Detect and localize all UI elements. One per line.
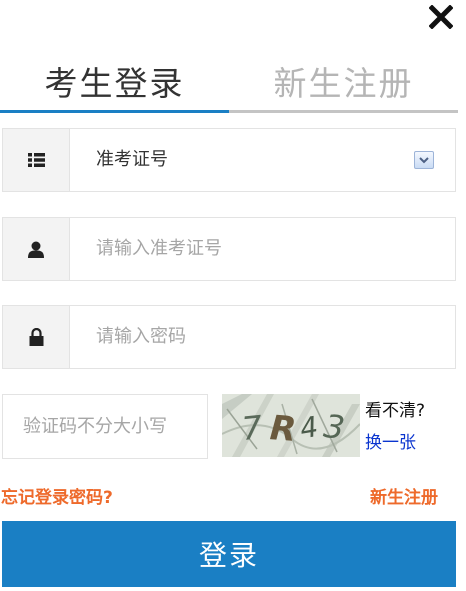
captcha-input[interactable]: 验证码不分大小写 bbox=[2, 394, 208, 459]
tab-active-indicator bbox=[0, 110, 229, 113]
captcha-image[interactable]: 7 R 4 3 bbox=[222, 394, 360, 457]
tab-login[interactable]: 考生登录 bbox=[0, 52, 229, 110]
id-type-value: 准考证号 bbox=[96, 149, 168, 170]
dropdown-arrow-button[interactable] bbox=[414, 151, 434, 169]
ticket-number-field[interactable]: 请输入准考证号 bbox=[2, 217, 456, 281]
ticket-icon-cell bbox=[3, 218, 70, 280]
ticket-number-placeholder: 请输入准考证号 bbox=[96, 238, 222, 259]
svg-text:R: R bbox=[269, 408, 298, 450]
captcha-refresh-link[interactable]: 换一张 bbox=[365, 428, 416, 453]
id-type-select[interactable]: 准考证号 bbox=[2, 128, 456, 192]
tab-inactive-indicator bbox=[229, 110, 458, 113]
user-icon bbox=[28, 241, 44, 258]
list-icon bbox=[27, 153, 45, 167]
login-button[interactable]: 登录 bbox=[2, 521, 456, 587]
tab-register[interactable]: 新生注册 bbox=[229, 52, 458, 110]
close-button[interactable] bbox=[426, 2, 456, 32]
tab-bar: 考生登录 新生注册 bbox=[0, 52, 458, 114]
forgot-password-link[interactable]: 忘记登录密码? bbox=[1, 483, 113, 508]
lock-icon bbox=[29, 328, 43, 346]
password-icon-cell bbox=[3, 306, 70, 368]
id-type-icon-cell bbox=[3, 129, 70, 191]
password-field[interactable]: 请输入密码 bbox=[2, 305, 456, 369]
new-register-link[interactable]: 新生注册 bbox=[370, 483, 438, 508]
login-panel: 考生登录 新生注册 准考证号 请输入准考证号 请输入密码 验证码不分大小写 7 … bbox=[0, 0, 466, 591]
chevron-down-icon bbox=[419, 156, 429, 163]
captcha-unclear-label: 看不清? bbox=[365, 401, 426, 421]
close-icon bbox=[429, 5, 453, 29]
password-placeholder: 请输入密码 bbox=[96, 326, 186, 347]
